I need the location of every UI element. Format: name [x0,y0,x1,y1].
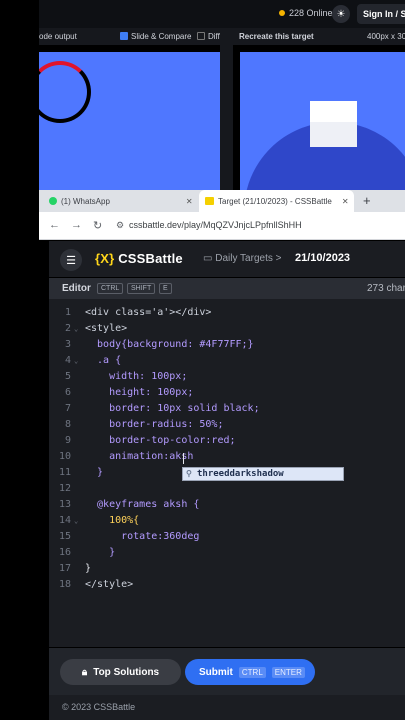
daily-targets-link[interactable]: ▭ Daily Targets > [203,253,281,264]
fold-arrow-icon[interactable]: ⌄ [74,353,78,369]
tab-whatsapp[interactable]: (1) WhatsApp ✕ [49,190,193,212]
code-output-label: ode output [39,32,77,41]
online-count: 228 Online [279,8,333,18]
hamburger-menu-icon[interactable]: ☰ [60,249,82,271]
lock-icon: 🔒︎ [81,666,88,678]
cssbattle-favicon-icon [205,197,214,205]
submit-button[interactable]: Submit CTRL ENTER [185,659,315,685]
text-cursor [183,453,184,464]
code-editor[interactable]: 1 <div class='a'></div> 2 ⌄ <style> 3 body{… [49,299,405,647]
autocomplete-popup[interactable]: ⚲ threeddarkshadow [182,467,344,481]
whatsapp-icon [49,197,57,205]
target-date: 21/10/2023 [295,252,351,264]
kbd-e: E [159,283,172,294]
recreate-target-label: Recreate this target [239,32,314,41]
checkbox-checked-icon [120,32,128,40]
kbd-shift: SHIFT [127,283,156,294]
tab-cssbattle[interactable]: Target (21/10/2023) - CSSBattle ✕ [199,190,354,212]
new-tab-icon[interactable]: + [363,193,371,208]
left-black-strip [0,0,39,720]
target-size-label: 400px x 30 [367,32,405,41]
kbd-enter: ENTER [271,666,305,678]
autocomplete-item[interactable]: ⚲ threeddarkshadow [183,468,343,480]
cssbattle-logo[interactable]: {X} CSSBattle [95,251,183,266]
browser-tab-bar: (1) WhatsApp ✕ Target (21/10/2023) - CSS… [39,190,405,212]
close-tab-icon[interactable]: ✕ [186,197,193,206]
reload-icon[interactable]: ↻ [93,219,102,232]
checkbox-icon [197,32,205,40]
online-dot-icon [279,10,285,16]
back-icon[interactable]: ← [49,219,60,231]
panel-divider [220,45,233,190]
suggestion-icon: ⚲ [186,469,192,478]
signin-button[interactable]: Sign In / Sig [357,4,405,24]
top-solutions-button[interactable]: 🔒︎ Top Solutions [60,659,181,685]
chevron-right-icon: > [275,253,282,264]
editor-bar: Editor CTRL SHIFT E 273 char [49,278,405,299]
site-info-icon[interactable]: ⚙ [116,220,124,231]
fold-arrow-icon[interactable]: ⌄ [74,321,78,337]
fold-arrow-icon[interactable]: ⌄ [74,513,78,529]
preview-header: ode output Slide & Compare Diff Recreate… [39,28,405,45]
code-output-preview[interactable] [39,52,220,190]
close-tab-icon[interactable]: ✕ [342,197,349,206]
kbd-ctrl: CTRL [238,666,266,678]
editor-title: Editor [62,283,91,294]
url-field[interactable]: cssbattle.dev/play/MqQZVJnjcLPpfnllShHH [129,220,302,230]
char-count: 273 char [367,283,405,294]
slide-compare-toggle[interactable]: Slide & Compare [120,32,191,41]
forward-icon[interactable]: → [71,219,82,231]
top-bar: 228 Online ☀ Sign In / Sig [39,0,405,28]
diff-toggle[interactable]: Diff [197,32,220,41]
target-square-overlap [310,122,357,147]
kbd-ctrl: CTRL [97,283,124,294]
copyright-text: © 2023 CSSBattle [62,702,136,712]
output-ring-shape [39,61,91,123]
theme-toggle-button[interactable]: ☀ [332,5,350,23]
cssbattle-header: ☰ {X} CSSBattle ▭ Daily Targets > 21/10/… [49,241,405,277]
address-bar: ← → ↻ ⚙ cssbattle.dev/play/MqQZVJnjcLPpf… [39,212,405,240]
editor-footer: 🔒︎ Top Solutions Submit CTRL ENTER [49,648,405,695]
target-preview [240,52,405,190]
